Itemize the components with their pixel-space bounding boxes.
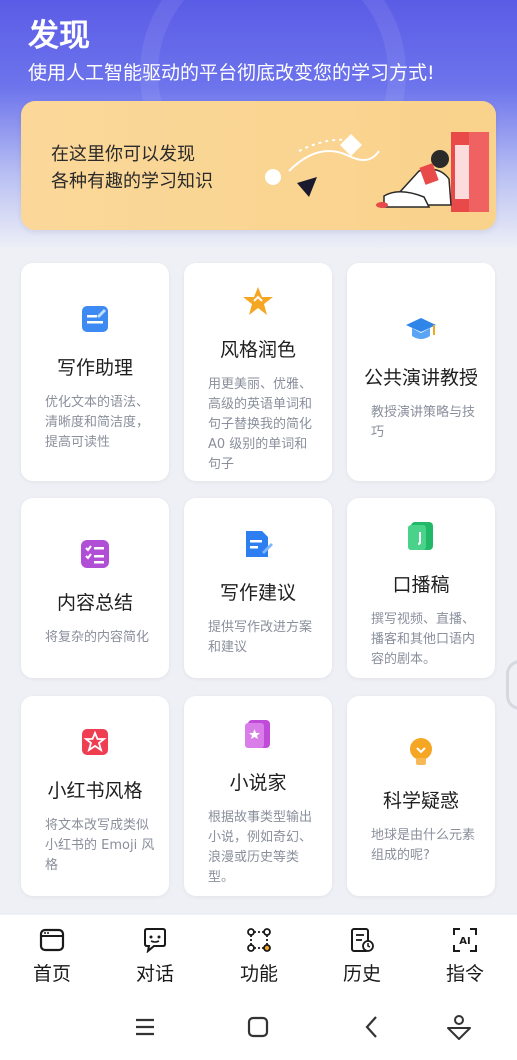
card-title: 口播稿 (392, 574, 450, 596)
home-square-icon[interactable] (243, 1012, 273, 1042)
tab-functions[interactable]: 功能 (219, 915, 299, 995)
banner-text: 在这里你可以发现 各种有趣的学习知识 (51, 141, 213, 195)
card-description: 提供写作改进方案和建议 (208, 620, 313, 655)
page-title: 发现 (28, 18, 90, 54)
card-title: 风格润色 (219, 339, 296, 361)
card-description: 优化文本的语法、清晰度和简洁度，提高可读性 (45, 395, 150, 450)
checklist-icon (81, 540, 109, 568)
reading-person-illustration (265, 132, 489, 212)
card-writing-assistant[interactable]: 写作助理 优化文本的语法、清晰度和简洁度，提高可读性 (21, 263, 169, 481)
back-icon[interactable] (357, 1012, 387, 1042)
home-icon (39, 928, 65, 952)
card-description: 用更美丽、优雅、高级的英语单词和句子替换我的简化A0 级别的单词和句子 (208, 377, 313, 472)
tab-chat[interactable]: 对话 (115, 915, 195, 995)
card-broadcast-script[interactable]: 口播稿 撰写视频、直播、播客和其他口语内容的剧本。 (347, 498, 495, 678)
tab-label: 历史 (342, 963, 381, 985)
chat-icon (144, 928, 166, 953)
tab-home[interactable]: 首页 (12, 915, 92, 995)
card-novelist[interactable]: 小说家 根据故事类型输出小说，例如奇幻、浪漫或历史等类型。 (184, 696, 332, 896)
tab-label: 功能 (239, 963, 278, 985)
card-description: 地球是由什么元素组成的呢? (371, 828, 476, 863)
ai-icon-text: AI (459, 936, 470, 947)
card-public-speaking[interactable]: 公共演讲教授 教授演讲策略与技巧 (347, 263, 495, 481)
card-description: 根据故事类型输出小说，例如奇幻、浪漫或历史等类型。 (208, 810, 313, 885)
side-drawer-handle[interactable] (506, 660, 517, 710)
book-icon (245, 720, 270, 748)
card-writing-suggestions[interactable]: 写作建议 提供写作改进方案和建议 (184, 498, 332, 678)
system-nav-bar (0, 995, 517, 1060)
ai-icon: AI (453, 928, 477, 952)
tab-label: 对话 (135, 963, 174, 985)
bottom-tab-bar: 首页 对话 功能 历史 AI 指令 (0, 915, 517, 995)
function-icon (247, 928, 271, 952)
card-xiaohongshu-style[interactable]: 小红书风格 将文本改写成类似小红书的 Emoji 风格 (21, 696, 169, 896)
card-description: 撰写视频、直播、播客和其他口语内容的剧本。 (371, 612, 476, 667)
graduation-cap-icon (406, 318, 436, 339)
page-subtitle: 使用人工智能驱动的平台彻底改变您的学习方式! (28, 62, 435, 84)
lightbulb-icon (410, 738, 432, 765)
tab-history[interactable]: 历史 (322, 915, 402, 995)
tab-label: 指令 (445, 963, 484, 985)
discover-banner[interactable]: 在这里你可以发现 各种有趣的学习知识 (21, 101, 496, 230)
document-pen-icon (246, 531, 273, 557)
card-title: 内容总结 (56, 592, 133, 614)
card-style-polish[interactable]: 风格润色 用更美丽、优雅、高级的英语单词和句子替换我的简化A0 级别的单词和句子 (184, 263, 332, 481)
tab-commands[interactable]: AI 指令 (425, 915, 505, 995)
script-icon (408, 522, 433, 550)
card-title: 公共演讲教授 (363, 367, 478, 389)
assistant-icon[interactable] (444, 1012, 474, 1042)
card-title: 小说家 (229, 772, 287, 794)
card-science-questions[interactable]: 科学疑惑 地球是由什么元素组成的呢? (347, 696, 495, 896)
edit-doc-icon (82, 306, 108, 332)
badge-star-icon (82, 729, 108, 755)
star-icon (243, 287, 273, 315)
card-title: 写作助理 (56, 357, 133, 379)
banner-line-2: 各种有趣的学习知识 (51, 171, 213, 192)
menu-icon[interactable] (130, 1012, 160, 1042)
card-description: 教授演讲策略与技巧 (371, 405, 476, 440)
tab-label: 首页 (32, 963, 71, 985)
history-icon (351, 928, 374, 952)
card-title: 科学疑惑 (382, 790, 459, 812)
banner-line-1: 在这里你可以发现 (51, 144, 195, 165)
card-title: 写作建议 (219, 582, 296, 604)
card-description: 将文本改写成类似小红书的 Emoji 风格 (45, 818, 155, 873)
card-content-summary[interactable]: 内容总结 将复杂的内容简化 (21, 498, 169, 678)
card-title: 小红书风格 (47, 780, 143, 802)
card-description: 将复杂的内容简化 (45, 630, 150, 645)
